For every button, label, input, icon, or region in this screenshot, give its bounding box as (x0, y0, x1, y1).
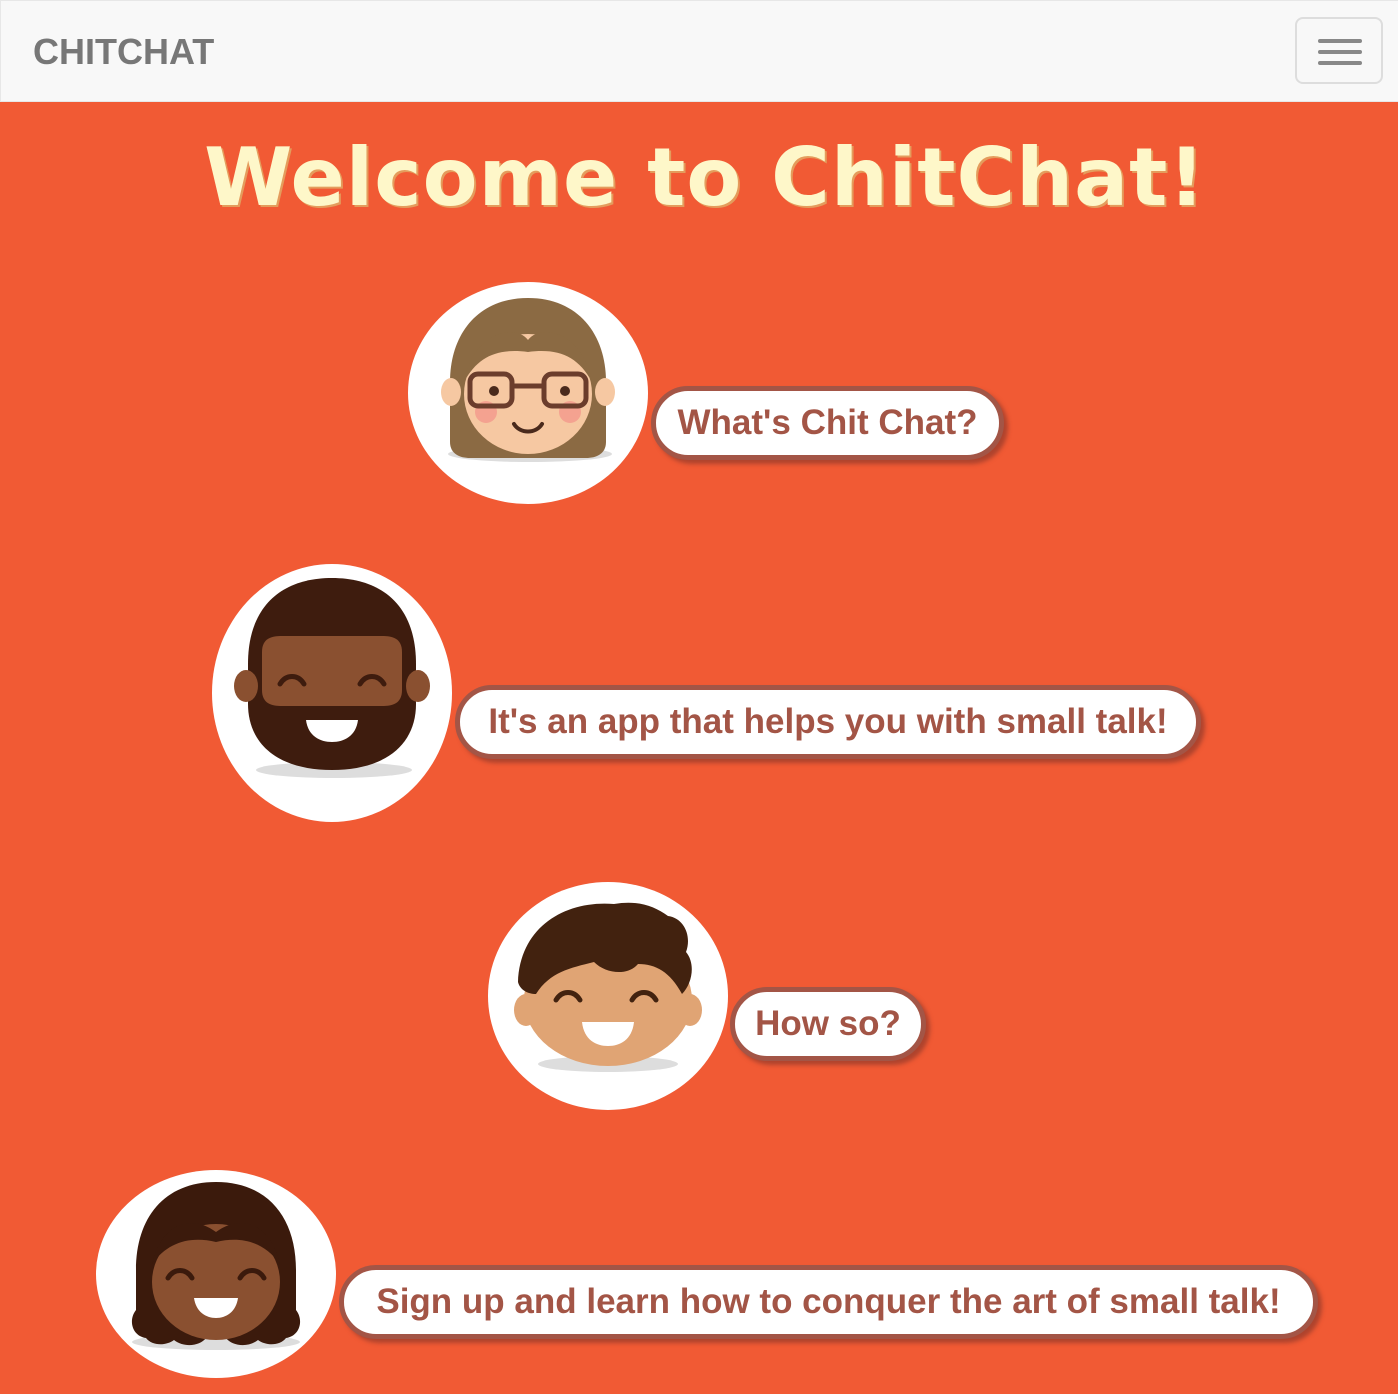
navbar: CHITCHAT (0, 0, 1398, 102)
woman-curly-hair-icon (131, 1182, 301, 1350)
bearded-man-avatar (212, 564, 452, 822)
woman-with-glasses-icon (441, 298, 615, 462)
hamburger-menu-icon (1318, 39, 1362, 43)
brand-link[interactable]: CHITCHAT (33, 30, 214, 74)
hamburger-menu-icon-bar (1318, 61, 1362, 65)
woman-curly-hair-avatar (96, 1170, 336, 1378)
woman-with-glasses-avatar (408, 282, 648, 504)
chat-bubble: What's Chit Chat? (651, 386, 1004, 460)
menu-toggle-button[interactable] (1295, 17, 1383, 84)
boy-icon (514, 902, 702, 1072)
boy-avatar (488, 882, 728, 1110)
chat-bubble: Sign up and learn how to conquer the art… (339, 1265, 1318, 1339)
chat-bubble: How so? (730, 987, 926, 1061)
chat-bubble: It's an app that helps you with small ta… (455, 685, 1201, 759)
bearded-man-icon (234, 578, 430, 778)
hamburger-menu-icon-bar (1318, 50, 1362, 54)
page-title: Welcome to ChitChat! (204, 131, 1206, 224)
